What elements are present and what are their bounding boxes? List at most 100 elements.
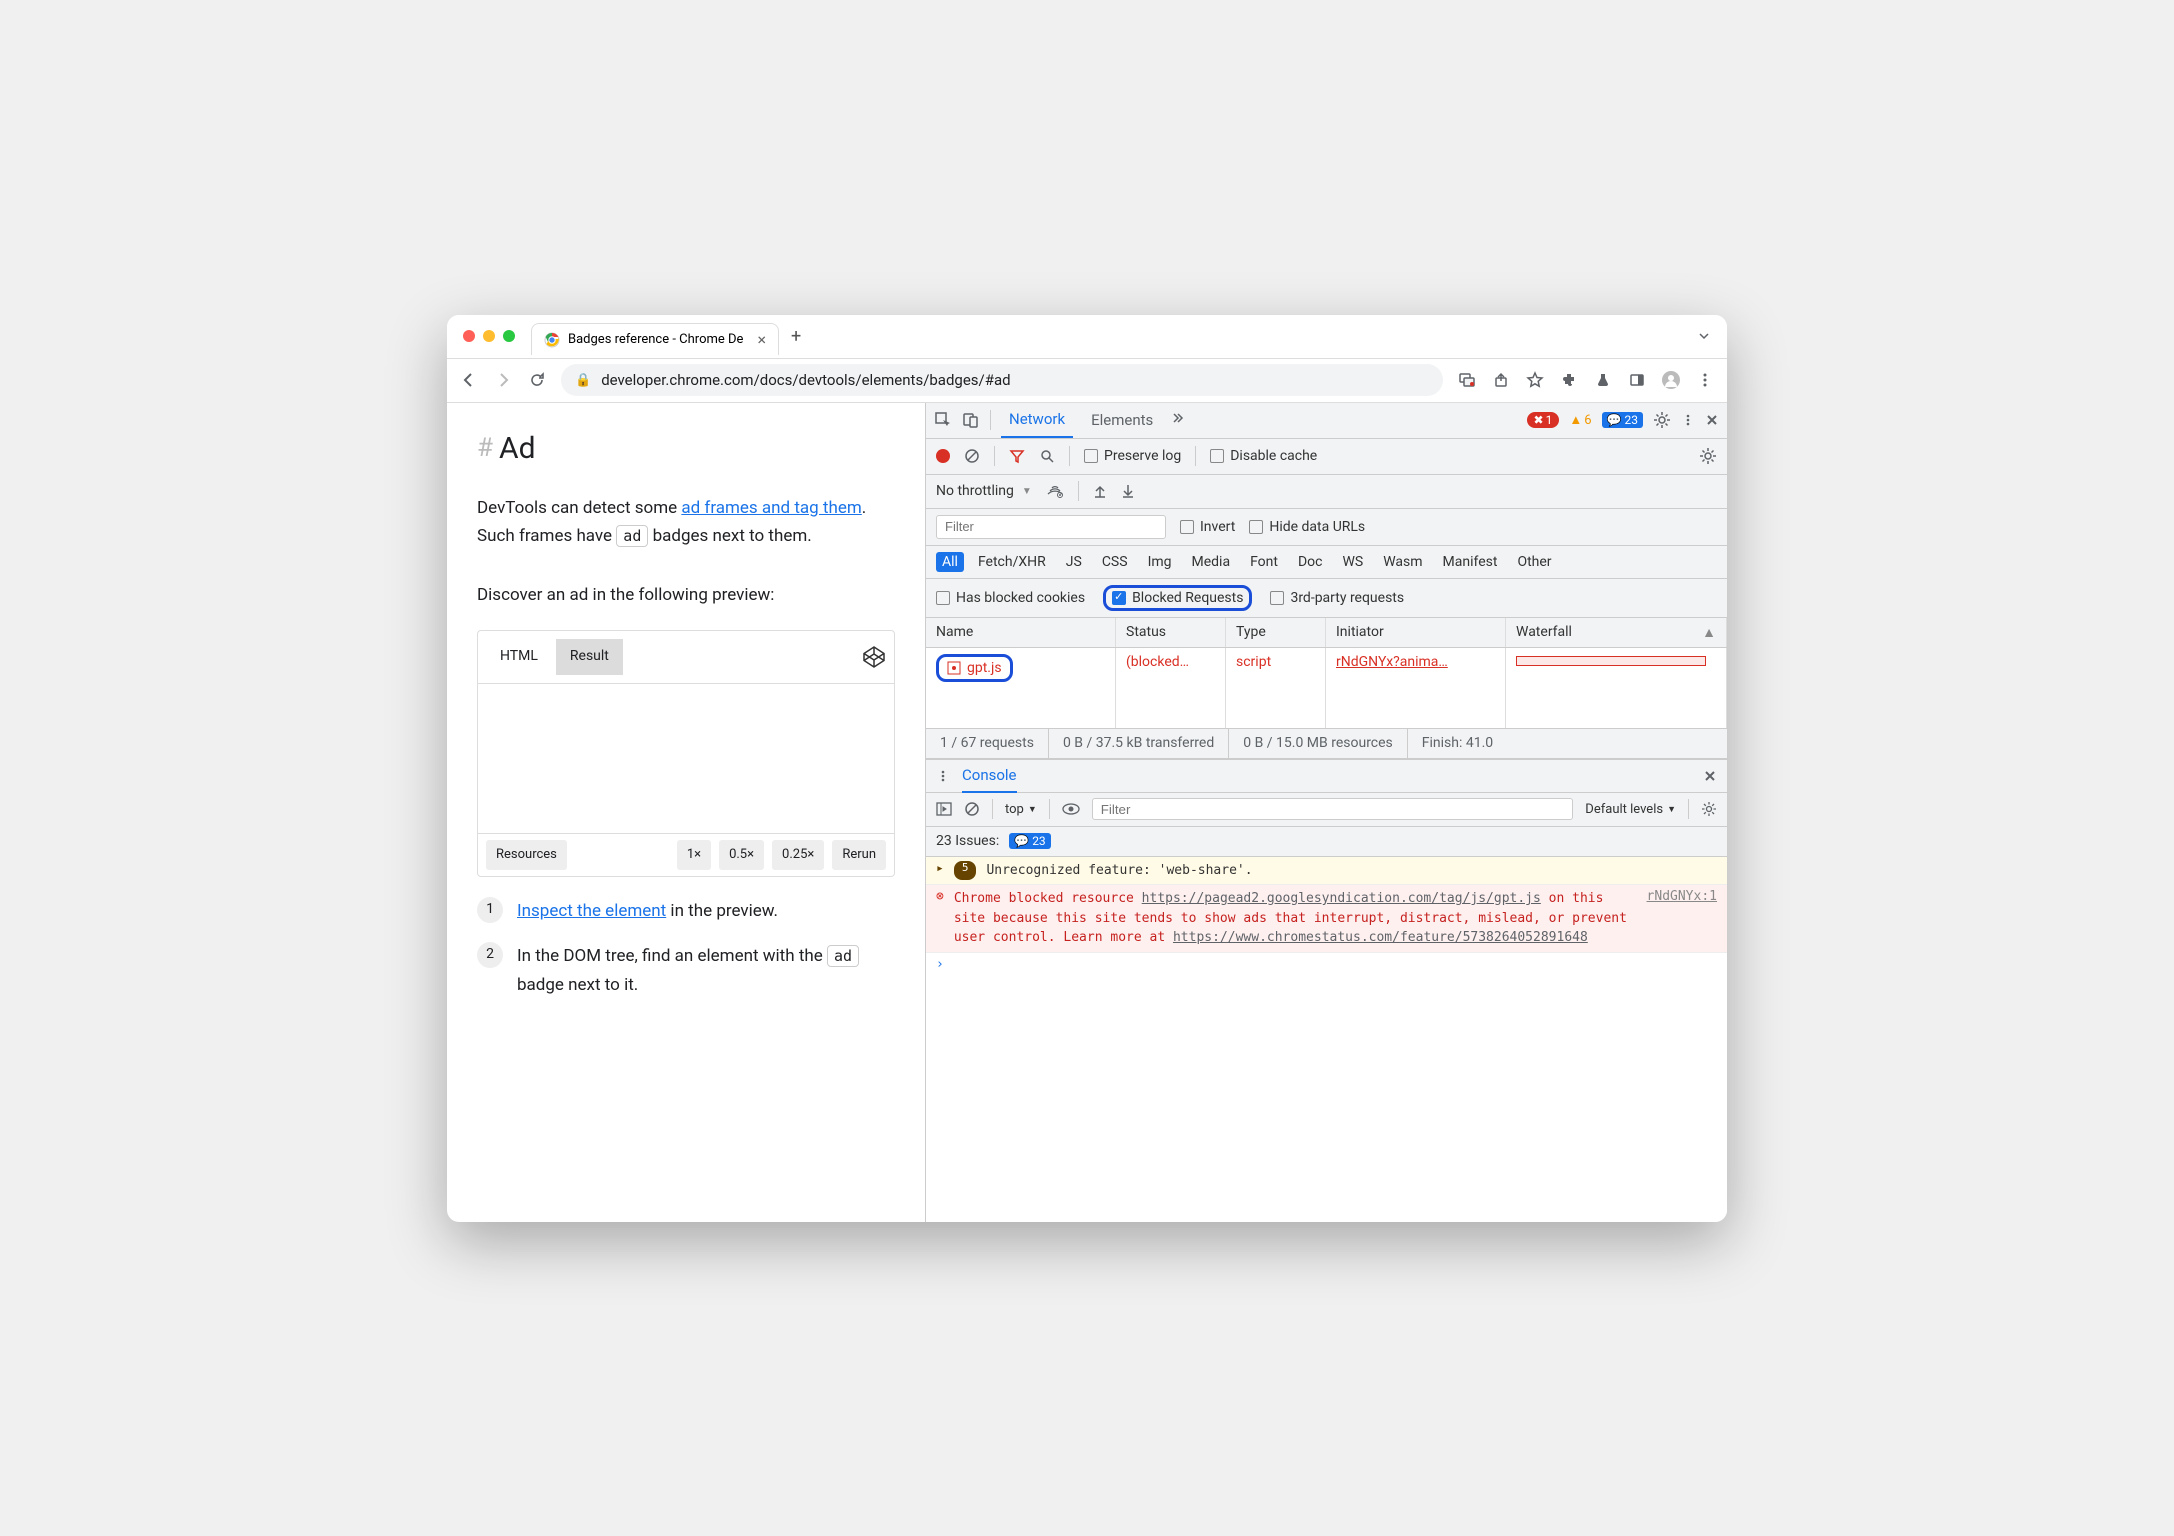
col-initiator[interactable]: Initiator [1326, 618, 1506, 647]
codepen-zoom-025x[interactable]: 0.25× [772, 840, 824, 870]
codepen-tab-result[interactable]: Result [556, 639, 623, 675]
tab-elements[interactable]: Elements [1083, 403, 1161, 439]
search-icon[interactable] [1039, 448, 1055, 464]
network-conditions-icon[interactable] [1046, 484, 1064, 498]
blocked-requests-checkbox[interactable]: Blocked Requests [1112, 590, 1243, 606]
filter-js[interactable]: JS [1060, 552, 1088, 572]
filter-manifest[interactable]: Manifest [1437, 552, 1504, 572]
blocked-url-link[interactable]: https://pagead2.googlesyndication.com/ta… [1142, 891, 1541, 906]
hide-data-urls-checkbox[interactable]: Hide data URLs [1249, 519, 1365, 535]
filter-fetch[interactable]: Fetch/XHR [972, 552, 1052, 572]
console-warning-line[interactable]: ▸ 5 Unrecognized feature: 'web-share'. [926, 857, 1727, 886]
filter-css[interactable]: CSS [1096, 552, 1134, 572]
translate-icon[interactable] [1457, 370, 1477, 390]
console-sidebar-icon[interactable] [936, 802, 952, 816]
network-table: Name Status Type Initiator Waterfall▲ gp… [926, 618, 1727, 729]
tab-network[interactable]: Network [1001, 403, 1073, 439]
codepen-tab-html[interactable]: HTML [486, 639, 552, 675]
close-drawer-icon[interactable] [1703, 769, 1717, 783]
filter-other[interactable]: Other [1511, 552, 1557, 572]
message-count-badge[interactable]: 💬 23 [1602, 412, 1643, 428]
minimize-window-button[interactable] [483, 330, 495, 342]
console-tab[interactable]: Console [962, 759, 1017, 793]
table-header: Name Status Type Initiator Waterfall▲ [926, 618, 1727, 648]
console-prompt[interactable]: › [926, 953, 1727, 976]
console-error-line[interactable]: ⊗ Chrome blocked resource https://pagead… [926, 885, 1727, 953]
inspect-link[interactable]: Inspect the element [517, 901, 666, 921]
console-settings-icon[interactable] [1701, 801, 1717, 817]
col-status[interactable]: Status [1116, 618, 1226, 647]
more-tabs-icon[interactable] [1171, 413, 1185, 427]
request-name-highlight: gpt.js [936, 654, 1013, 682]
reload-button[interactable] [527, 370, 547, 390]
kebab-menu-icon[interactable] [1681, 413, 1695, 427]
table-row[interactable]: gpt.js (blocked… script rNdGNYx?anima… [926, 648, 1727, 728]
third-party-checkbox[interactable]: 3rd-party requests [1270, 590, 1404, 606]
bookmark-icon[interactable] [1525, 370, 1545, 390]
filter-media[interactable]: Media [1186, 552, 1237, 572]
codepen-rerun[interactable]: Rerun [832, 840, 886, 870]
console-menu-icon[interactable] [936, 769, 950, 783]
codepen-zoom-05x[interactable]: 0.5× [719, 840, 764, 870]
forward-button[interactable] [493, 370, 513, 390]
browser-tab[interactable]: Badges reference - Chrome De × [531, 323, 779, 355]
maximize-window-button[interactable] [503, 330, 515, 342]
console-issues-bar[interactable]: 23 Issues: 💬 23 [926, 827, 1727, 857]
col-name[interactable]: Name [926, 618, 1116, 647]
close-devtools-icon[interactable] [1705, 413, 1719, 427]
device-toolbar-icon[interactable] [962, 411, 980, 429]
tab-overflow-icon[interactable] [1697, 329, 1711, 343]
preserve-log-checkbox[interactable]: Preserve log [1084, 448, 1181, 464]
clear-icon[interactable] [964, 448, 980, 464]
console-filter-input[interactable] [1092, 798, 1574, 820]
labs-icon[interactable] [1593, 370, 1613, 390]
warning-count-badge[interactable]: ▲ 6 [1569, 412, 1591, 428]
network-filter-input[interactable] [936, 515, 1166, 539]
menu-icon[interactable] [1695, 370, 1715, 390]
record-button[interactable] [936, 449, 950, 463]
learn-more-link[interactable]: https://www.chromestatus.com/feature/573… [1173, 930, 1588, 945]
expand-icon[interactable]: ▸ [936, 861, 944, 881]
throttling-dropdown[interactable]: No throttling ▼ [936, 483, 1032, 499]
filter-icon[interactable] [1009, 448, 1025, 464]
filter-doc[interactable]: Doc [1292, 552, 1329, 572]
list-item: 2 In the DOM tree, find an element with … [477, 942, 895, 1000]
share-icon[interactable] [1491, 370, 1511, 390]
context-dropdown[interactable]: top ▼ [1005, 802, 1037, 817]
settings-icon[interactable] [1653, 411, 1671, 429]
close-window-button[interactable] [463, 330, 475, 342]
step-number: 1 [477, 897, 503, 923]
network-settings-icon[interactable] [1699, 447, 1717, 465]
invert-checkbox[interactable]: Invert [1180, 519, 1235, 535]
codepen-zoom-1x[interactable]: 1× [677, 840, 711, 870]
filter-img[interactable]: Img [1142, 552, 1178, 572]
col-waterfall[interactable]: Waterfall▲ [1506, 618, 1727, 647]
clear-console-icon[interactable] [964, 801, 980, 817]
back-button[interactable] [459, 370, 479, 390]
col-type[interactable]: Type [1226, 618, 1326, 647]
disable-cache-checkbox[interactable]: Disable cache [1210, 448, 1317, 464]
levels-dropdown[interactable]: Default levels ▼ [1585, 802, 1676, 817]
live-expression-icon[interactable] [1062, 803, 1080, 815]
chrome-icon [544, 332, 560, 348]
console-source-link[interactable]: rNdGNYx:1 [1647, 889, 1717, 948]
url-field[interactable]: 🔒 developer.chrome.com/docs/devtools/ele… [561, 364, 1443, 396]
export-har-icon[interactable] [1121, 483, 1135, 499]
import-har-icon[interactable] [1093, 483, 1107, 499]
filter-all[interactable]: All [936, 552, 964, 572]
profile-icon[interactable] [1661, 370, 1681, 390]
new-tab-button[interactable]: + [791, 326, 801, 347]
filter-wasm[interactable]: Wasm [1377, 552, 1428, 572]
codepen-icon[interactable] [862, 645, 886, 669]
codepen-resources[interactable]: Resources [486, 840, 567, 870]
extensions-icon[interactable] [1559, 370, 1579, 390]
inspect-element-icon[interactable] [934, 411, 952, 429]
close-tab-icon[interactable]: × [757, 330, 766, 349]
filter-ws[interactable]: WS [1336, 552, 1369, 572]
filter-font[interactable]: Font [1244, 552, 1284, 572]
ad-frames-link[interactable]: ad frames and tag them [681, 498, 861, 518]
error-count-badge[interactable]: ✖ 1 [1527, 412, 1560, 428]
sidepanel-icon[interactable] [1627, 370, 1647, 390]
request-initiator[interactable]: rNdGNYx?anima… [1326, 648, 1506, 728]
has-blocked-cookies-checkbox[interactable]: Has blocked cookies [936, 590, 1085, 606]
